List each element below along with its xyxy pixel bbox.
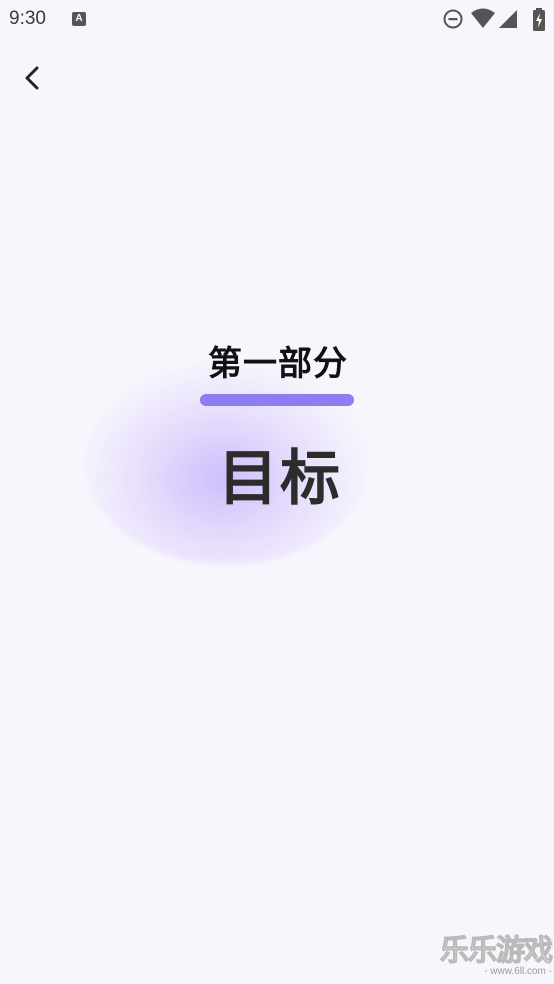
- notification-a-icon: A: [72, 12, 86, 26]
- status-time: 9:30: [9, 8, 46, 29]
- status-bar: 9:30 A: [0, 0, 554, 38]
- wifi-icon: [471, 8, 495, 28]
- chevron-left-icon: [25, 66, 39, 90]
- watermark-url: - www.6ll.com -: [484, 966, 552, 977]
- battery-charging-icon: [533, 8, 545, 31]
- back-button[interactable]: [14, 58, 52, 98]
- section-underline: [200, 394, 354, 406]
- main-title: 目标: [218, 444, 342, 514]
- watermark: 乐乐游戏 - www.6ll.com -: [439, 933, 553, 978]
- do-not-disturb-icon: [443, 9, 463, 29]
- watermark-logo-text: 乐乐游戏: [439, 933, 553, 967]
- cellular-signal-icon: [499, 10, 517, 28]
- section-title: 第一部分: [208, 344, 348, 384]
